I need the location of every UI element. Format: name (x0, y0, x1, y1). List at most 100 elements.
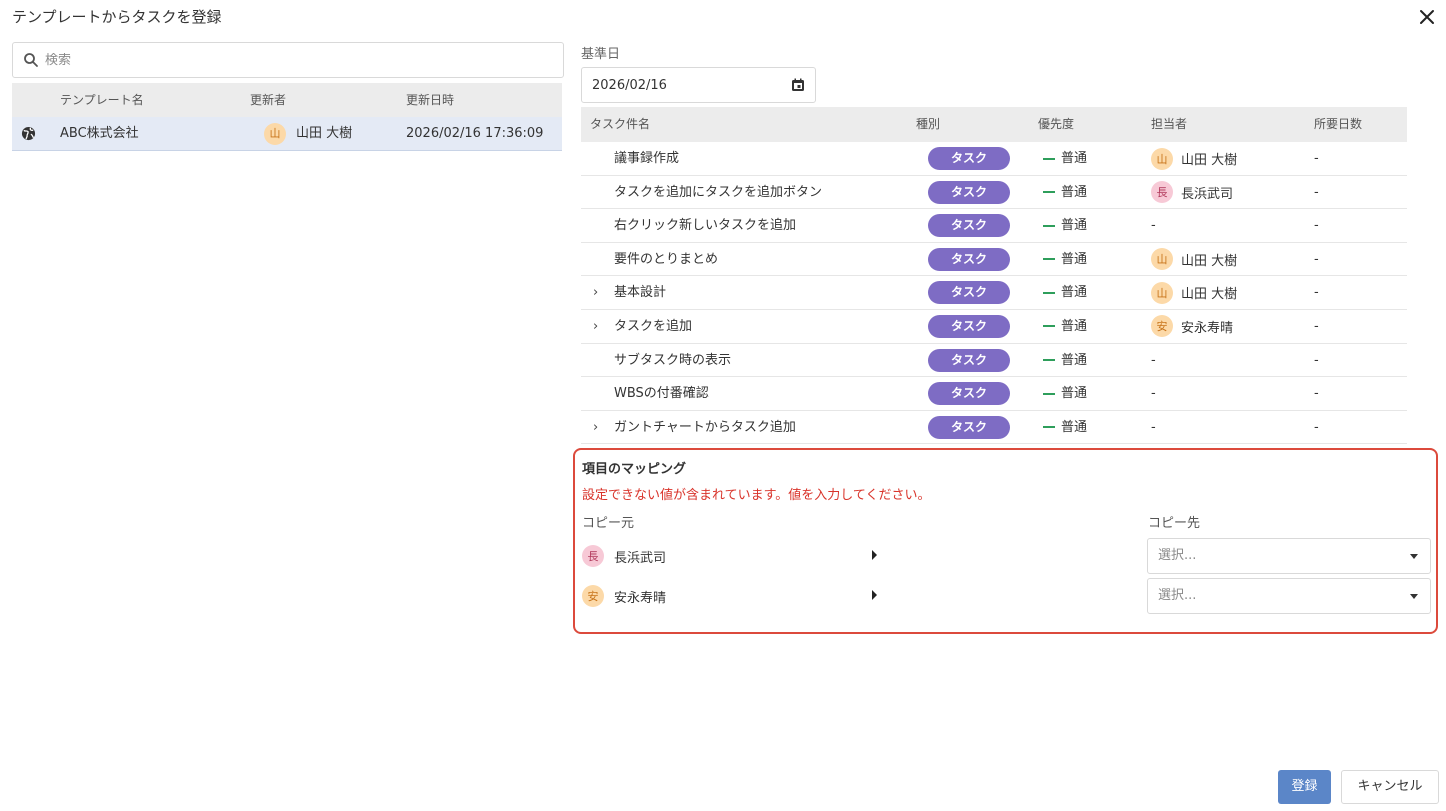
priority-normal-icon (1043, 359, 1055, 362)
priority-label: 普通 (1061, 184, 1088, 200)
mapping-source-header: コピー元 (582, 516, 635, 531)
type-badge: タスク (928, 314, 1010, 338)
assignee: - (1151, 209, 1156, 242)
priority-label: 普通 (1061, 419, 1088, 435)
task-name: 基本設計 (614, 285, 667, 301)
chevron-right-icon[interactable]: › (593, 310, 598, 343)
priority-label: 普通 (1061, 386, 1088, 402)
priority-label: 普通 (1061, 318, 1088, 334)
priority-normal-icon (1043, 157, 1055, 160)
task-days: - (1314, 419, 1319, 435)
task-name: タスクを追加 (614, 318, 693, 334)
base-date-field[interactable] (581, 67, 816, 103)
assignee: - (1151, 344, 1156, 377)
task-row[interactable]: › ガントチャートからタスク追加 タスク 普通 - - (581, 411, 1407, 445)
mapping-dest-select[interactable]: 選択... (1147, 578, 1431, 614)
mapping-source-name: 長浜武司 (614, 550, 667, 566)
priority: 普通 (1043, 310, 1087, 343)
type-badge: タスク (928, 214, 1010, 238)
avatar: 安 (1151, 315, 1173, 338)
assignee-name: 山田 大樹 (1181, 253, 1238, 269)
template-row[interactable]: ABC株式会社 山 山田 大樹 2026/02/16 17:36:09 (12, 117, 562, 151)
arrow-right-icon (872, 590, 877, 600)
assignee-name: - (1151, 386, 1156, 402)
priority-normal-icon (1043, 291, 1055, 294)
header-task-name: タスク件名 (590, 117, 651, 131)
submit-button[interactable]: 登録 (1278, 770, 1331, 804)
task-row[interactable]: WBSの付番確認 タスク 普通 - - (581, 377, 1407, 411)
task-row[interactable]: 議事録作成 タスク 普通 山山田 大樹 - (581, 142, 1407, 176)
select-placeholder: 選択... (1158, 588, 1197, 603)
task-row[interactable]: › タスクを追加 タスク 普通 安安永寿晴 - (581, 310, 1407, 344)
select-placeholder: 選択... (1158, 548, 1197, 563)
header-assignee: 担当者 (1151, 117, 1188, 131)
caret-down-icon (1410, 594, 1418, 599)
assignee-name: 安永寿晴 (1181, 320, 1234, 336)
search-field[interactable] (12, 42, 564, 78)
task-row[interactable]: サブタスク時の表示 タスク 普通 - - (581, 344, 1407, 378)
caret-down-icon (1410, 554, 1418, 559)
mapping-dest-header: コピー先 (1148, 516, 1201, 531)
priority-normal-icon (1043, 392, 1055, 395)
mapping-source: 安 安永寿晴 (582, 585, 666, 607)
task-name: タスクを追加にタスクを追加ボタン (614, 184, 823, 200)
task-row[interactable]: タスクを追加にタスクを追加ボタン タスク 普通 長長浜武司 - (581, 176, 1407, 210)
avatar: 山 (1151, 147, 1173, 170)
header-template-name: テンプレート名 (60, 93, 144, 107)
priority-normal-icon (1043, 426, 1055, 429)
assignee-name: 山田 大樹 (1181, 287, 1238, 303)
priority: 普通 (1043, 209, 1087, 242)
priority: 普通 (1043, 142, 1087, 175)
template-table-header: テンプレート名 更新者 更新日時 (12, 83, 562, 117)
close-icon[interactable] (1416, 6, 1438, 28)
avatar: 山 (1151, 248, 1173, 271)
mapping-row: 長 長浜武司 選択... (582, 538, 1432, 574)
cancel-button[interactable]: キャンセル (1341, 770, 1439, 804)
assignee: 安安永寿晴 (1151, 310, 1233, 343)
avatar: 長 (1151, 181, 1173, 204)
chevron-right-icon[interactable]: › (593, 276, 598, 309)
task-row[interactable]: › 基本設計 タスク 普通 山山田 大樹 - (581, 276, 1407, 310)
task-name: 議事録作成 (614, 151, 680, 166)
task-days: - (1314, 352, 1319, 368)
type-badge: タスク (928, 415, 1010, 439)
template-updated-at: 2026/02/16 17:36:09 (406, 126, 544, 141)
task-days: - (1314, 184, 1319, 200)
avatar: 山 (264, 123, 286, 145)
base-date-input[interactable] (592, 77, 772, 93)
mapping-source-name: 安永寿晴 (614, 590, 667, 606)
task-name: WBSの付番確認 (614, 386, 709, 402)
base-date-label: 基準日 (581, 47, 621, 62)
dialog-title: テンプレートからタスクを登録 (12, 8, 222, 26)
task-days: - (1314, 318, 1319, 334)
calendar-icon[interactable] (791, 78, 805, 92)
task-name: ガントチャートからタスク追加 (614, 419, 796, 435)
template-name: ABC株式会社 (60, 126, 139, 141)
type-badge: タスク (928, 382, 1010, 406)
chevron-right-icon[interactable]: › (593, 411, 598, 444)
assignee-name: - (1151, 352, 1156, 368)
priority-label: 普通 (1061, 218, 1088, 234)
header-updated-at: 更新日時 (406, 93, 455, 107)
type-badge: タスク (928, 348, 1010, 372)
priority-label: 普通 (1061, 352, 1088, 368)
search-icon (24, 53, 38, 67)
priority-normal-icon (1043, 325, 1055, 328)
search-input[interactable] (45, 52, 525, 68)
task-name: 要件のとりまとめ (614, 251, 719, 267)
assignee: 山山田 大樹 (1151, 142, 1237, 175)
task-days: - (1314, 386, 1319, 402)
arrow-right-icon (872, 550, 877, 560)
task-row[interactable]: 要件のとりまとめ タスク 普通 山山田 大樹 - (581, 243, 1407, 277)
priority: 普通 (1043, 243, 1087, 276)
task-row[interactable]: 右クリック新しいタスクを追加 タスク 普通 - - (581, 209, 1407, 243)
type-badge: タスク (928, 247, 1010, 271)
mapping-dest-select[interactable]: 選択... (1147, 538, 1431, 574)
header-updater: 更新者 (250, 93, 287, 107)
assignee: 長長浜武司 (1151, 176, 1233, 209)
assignee: 山山田 大樹 (1151, 276, 1237, 309)
assignee-name: 山田 大樹 (1181, 153, 1238, 168)
type-badge: タスク (928, 147, 1010, 170)
type-badge: タスク (928, 281, 1010, 305)
assignee: - (1151, 411, 1156, 444)
